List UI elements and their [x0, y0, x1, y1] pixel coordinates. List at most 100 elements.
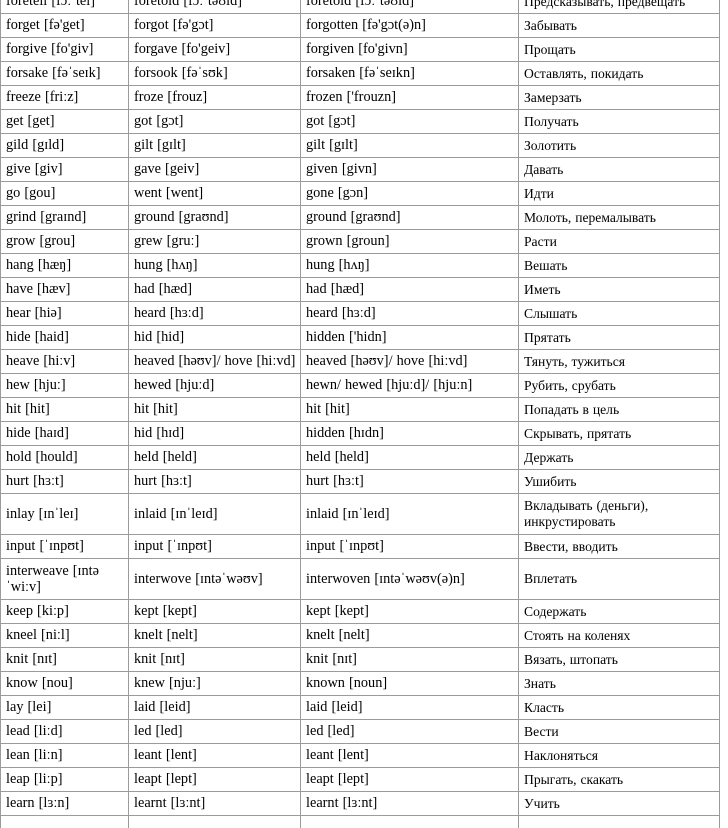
cell-translation: Тянуть, тужиться: [518, 349, 720, 374]
cell-past-simple: knit [nɪt]: [128, 647, 301, 672]
table-scroll-content: foretell [fɔːˈtel] foretold [fɔːˈtəʊld] fo…: [0, 0, 720, 828]
cell-infinitive: kneel [niːl]: [0, 623, 129, 648]
cell-translation: Стоять на коленях: [518, 623, 720, 648]
cell-translation: Иметь: [518, 277, 720, 302]
cell-translation: Наклоняться: [518, 743, 720, 768]
table-row: know [nou] knew [njuː] known [noun] Знать: [0, 671, 720, 696]
cell-infinitive: hit [hit]: [0, 397, 129, 422]
cell-translation: Получать: [518, 109, 720, 134]
cell-past-participle: given [givn]: [300, 157, 519, 182]
table-row: hew [hjuː] hewed [hjuːd] hewn/ hewed [hjuː…: [0, 373, 720, 398]
cell-past-simple: knew [njuː]: [128, 671, 301, 696]
table-row: freeze [friːz] froze [frouz] frozen ['frou…: [0, 85, 720, 110]
cell-translation: Слышать: [518, 301, 720, 326]
table-row: heave [hiːv] heaved [həʊv]/ hove [hiːvd] h…: [0, 349, 720, 374]
table-row: have [hæv] had [hæd] had [hæd] Иметь: [0, 277, 720, 302]
table-row: inlay [ɪnˈleɪ] inlaid [ɪnˈleɪd] inlaid [ɪn…: [0, 493, 720, 535]
cell-translation: Предсказывать, предвещать: [518, 0, 720, 14]
cell-translation: Вязать, штопать: [518, 647, 720, 672]
cell-translation: [518, 815, 720, 828]
cell-past-participle: held [held]: [300, 445, 519, 470]
table-row: hang [hæŋ] hung [hʌŋ] hung [hʌŋ] Вешать: [0, 253, 720, 278]
cell-translation: Вести: [518, 719, 720, 744]
cell-infinitive: hew [hjuː]: [0, 373, 129, 398]
cell-infinitive: hide [haɪd]: [0, 421, 129, 446]
cell-translation: Прощать: [518, 37, 720, 62]
table-row: interweave [ɪntəˈwiːv] interwove [ɪntəˈwə…: [0, 558, 720, 600]
cell-past-simple: knelt [nelt]: [128, 623, 301, 648]
cell-translation: Золотить: [518, 133, 720, 158]
cell-past-simple: forsook [fəˈsʊk]: [128, 61, 301, 86]
table-row: hold [hould] held [held] held [held] Держат…: [0, 445, 720, 470]
cell-infinitive: hang [hæŋ]: [0, 253, 129, 278]
cell-infinitive: lay [lei]: [0, 695, 129, 720]
cell-past-simple: gilt [gɪlt]: [128, 133, 301, 158]
table-row: learn [lɜːn] learnt [lɜːnt] learnt [lɜːnt]…: [0, 791, 720, 816]
cell-past-participle: ground [graʊnd]: [300, 205, 519, 230]
cell-past-participle: hurt [hɜːt]: [300, 469, 519, 494]
irregular-verbs-table: foretell [fɔːˈtel] foretold [fɔːˈtəʊld] fo…: [0, 0, 720, 828]
cell-past-simple: leant [lent]: [128, 743, 301, 768]
cell-infinitive: hurt [hɜːt]: [0, 469, 129, 494]
cell-translation: Молоть, перемалывать: [518, 205, 720, 230]
cell-past-participle: [300, 815, 519, 828]
table-row: forgive [fo'giv] forgave [fo'geiv] forgive…: [0, 37, 720, 62]
cell-translation: Содержать: [518, 599, 720, 624]
cell-past-participle: input [ˈɪnpʊt]: [300, 534, 519, 559]
cell-past-simple: ground [graʊnd]: [128, 205, 301, 230]
table-row: keep [kiːp] kept [kept] kept [kept] Содержа…: [0, 599, 720, 624]
cell-infinitive: go [gou]: [0, 181, 129, 206]
cell-past-participle: kept [kept]: [300, 599, 519, 624]
cell-translation: Знать: [518, 671, 720, 696]
table-row: hurt [hɜːt] hurt [hɜːt] hurt [hɜːt] Ушибить: [0, 469, 720, 494]
cell-past-participle: heaved [həʊv]/ hove [hiːvd]: [300, 349, 519, 374]
table-row: gild [gɪld] gilt [gɪlt] gilt [gɪlt] Золотит…: [0, 133, 720, 158]
cell-past-simple: grew [gruː]: [128, 229, 301, 254]
cell-translation: Забывать: [518, 13, 720, 38]
cell-past-simple: forgave [fo'geiv]: [128, 37, 301, 62]
cell-past-simple: leapt [lept]: [128, 767, 301, 792]
cell-past-participle: knelt [nelt]: [300, 623, 519, 648]
cell-infinitive: get [get]: [0, 109, 129, 134]
cell-past-participle: gone [gɔn]: [300, 181, 519, 206]
cell-past-participle: known [noun]: [300, 671, 519, 696]
cell-past-participle: gilt [gɪlt]: [300, 133, 519, 158]
cell-past-simple: kept [kept]: [128, 599, 301, 624]
cell-past-simple: gave [geiv]: [128, 157, 301, 182]
cell-infinitive: knit [nɪt]: [0, 647, 129, 672]
table-row: lay [lei] laid [leid] laid [leid] Класть: [0, 695, 720, 720]
table-row: foretell [fɔːˈtel] foretold [fɔːˈtəʊld] fo…: [0, 0, 720, 14]
cell-infinitive: gild [gɪld]: [0, 133, 129, 158]
cell-past-simple: heaved [həʊv]/ hove [hiːvd]: [128, 349, 301, 374]
cell-past-participle: got [gɔt]: [300, 109, 519, 134]
table-row: grind [graɪnd] ground [graʊnd] ground [gra…: [0, 205, 720, 230]
cell-past-participle: leant [lent]: [300, 743, 519, 768]
cell-past-participle: frozen ['frouzn]: [300, 85, 519, 110]
table-row: go [gou] went [went] gone [gɔn] Идти: [0, 181, 720, 206]
cell-translation: Ушибить: [518, 469, 720, 494]
cell-past-participle: knit [nɪt]: [300, 647, 519, 672]
cell-past-simple: led [led]: [128, 719, 301, 744]
table-row: forsake [fəˈseɪk] forsook [fəˈsʊk] forsake…: [0, 61, 720, 86]
cell-past-simple: interwove [ɪntəˈwəʊv]: [128, 558, 301, 600]
cell-past-simple: learnt [lɜːnt]: [128, 791, 301, 816]
cell-past-simple: hung [hʌŋ]: [128, 253, 301, 278]
cell-past-simple: hit [hit]: [128, 397, 301, 422]
cell-infinitive: heave [hiːv]: [0, 349, 129, 374]
table-body: foretell [fɔːˈtel] foretold [fɔːˈtəʊld] fo…: [0, 0, 720, 828]
table-row: forget [fə'get] forgot [fə'gɔt] forgotten …: [0, 13, 720, 38]
table-row: knit [nɪt] knit [nɪt] knit [nɪt] Вязать, шт…: [0, 647, 720, 672]
cell-translation: Расти: [518, 229, 720, 254]
cell-translation: Вплетать: [518, 558, 720, 600]
cell-past-participle: learnt [lɜːnt]: [300, 791, 519, 816]
cell-past-participle: grown [groun]: [300, 229, 519, 254]
cell-translation: Скрывать, прятать: [518, 421, 720, 446]
cell-translation: Оставлять, покидать: [518, 61, 720, 86]
cell-past-participle: heard [hɜːd]: [300, 301, 519, 326]
table-row: grow [grou] grew [gruː] grown [groun] Расти: [0, 229, 720, 254]
cell-translation: Класть: [518, 695, 720, 720]
cell-infinitive: inlay [ɪnˈleɪ]: [0, 493, 129, 535]
cell-past-simple: foretold [fɔːˈtəʊld]: [128, 0, 301, 14]
cell-infinitive: have [hæv]: [0, 277, 129, 302]
cell-past-participle: hit [hit]: [300, 397, 519, 422]
